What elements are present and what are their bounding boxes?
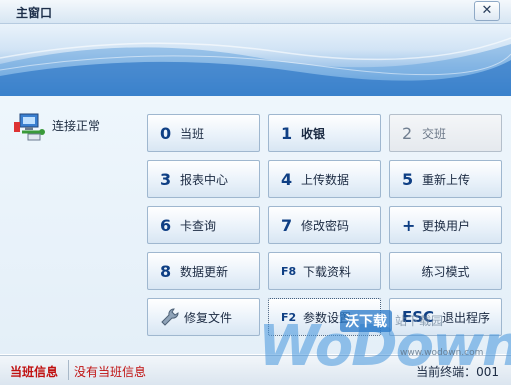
exit-program-button[interactable]: ESC 退出程序 (389, 298, 502, 336)
shift-handover-button[interactable]: 2 交班 (389, 114, 502, 152)
hotkey-plus: + (402, 215, 416, 235)
upload-data-label: 上传数据 (301, 172, 350, 187)
hotkey-f2: F2 (281, 310, 297, 324)
data-update-button[interactable]: 8 数据更新 (147, 252, 260, 290)
status-divider (68, 360, 69, 380)
terminal-value: 001 (476, 365, 499, 379)
close-icon: ✕ (481, 3, 493, 18)
terminal-info: 当前终端：001 (416, 363, 499, 380)
practice-mode-label: 练习模式 (421, 264, 470, 279)
hotkey-4: 4 (281, 169, 293, 189)
banner-wave-graphic (0, 37, 511, 96)
shift-start-label: 当班 (180, 126, 205, 141)
reupload-label: 重新上传 (422, 172, 471, 187)
download-data-button[interactable]: F8 下载资料 (268, 252, 381, 290)
wrench-icon (161, 308, 179, 326)
report-center-button[interactable]: 3 报表中心 (147, 160, 260, 198)
change-password-label: 修改密码 (301, 218, 350, 233)
status-bar: 当班信息 没有当班信息 当前终端：001 (0, 355, 511, 385)
switch-user-button[interactable]: + 更换用户 (389, 206, 502, 244)
download-data-label: 下载资料 (303, 264, 352, 279)
title-bar: 主窗口 ✕ (0, 0, 511, 24)
switch-user-label: 更换用户 (422, 218, 471, 233)
header-banner (0, 24, 511, 96)
change-password-button[interactable]: 7 修改密码 (268, 206, 381, 244)
hotkey-5: 5 (402, 169, 414, 189)
card-query-button[interactable]: 6 卡查询 (147, 206, 260, 244)
shift-info-label: 当班信息 (10, 365, 59, 379)
shift-handover-label: 交班 (422, 126, 447, 141)
hotkey-esc: ESC (402, 308, 435, 326)
upload-data-button[interactable]: 4 上传数据 (268, 160, 381, 198)
card-query-label: 卡查询 (180, 218, 217, 233)
hotkey-1: 1 (281, 123, 293, 143)
window-title: 主窗口 (16, 6, 53, 20)
report-center-label: 报表中心 (180, 172, 229, 187)
parameter-settings-button[interactable]: F2 参数设置 (268, 298, 381, 336)
network-computer-icon (14, 113, 45, 141)
hotkey-0: 0 (160, 123, 172, 143)
hotkey-6: 6 (160, 215, 172, 235)
shift-info-value: 没有当班信息 (74, 365, 147, 379)
connection-status-label: 连接正常 (52, 119, 101, 133)
hotkey-8: 8 (160, 261, 172, 281)
exit-program-label: 退出程序 (442, 310, 491, 325)
reupload-button[interactable]: 5 重新上传 (389, 160, 502, 198)
repair-file-label: 修复文件 (184, 310, 233, 325)
terminal-label: 当前终端： (416, 365, 477, 379)
close-button[interactable]: ✕ (474, 1, 500, 21)
hotkey-2: 2 (402, 123, 413, 143)
cashier-label: 收银 (301, 126, 326, 141)
hotkey-7: 7 (281, 215, 293, 235)
parameter-settings-label: 参数设置 (303, 310, 352, 325)
main-panel: 连接正常 0 当班 1 收银 2 交班 3 报表中心 4 上传数据 5 重新上传… (0, 96, 511, 354)
data-update-label: 数据更新 (180, 264, 229, 279)
repair-file-button[interactable]: 修复文件 (147, 298, 260, 336)
practice-mode-button[interactable]: 练习模式 (389, 252, 502, 290)
hotkey-f8: F8 (281, 264, 297, 278)
hotkey-3: 3 (160, 169, 172, 189)
cashier-button[interactable]: 1 收银 (268, 114, 381, 152)
shift-start-button[interactable]: 0 当班 (147, 114, 260, 152)
